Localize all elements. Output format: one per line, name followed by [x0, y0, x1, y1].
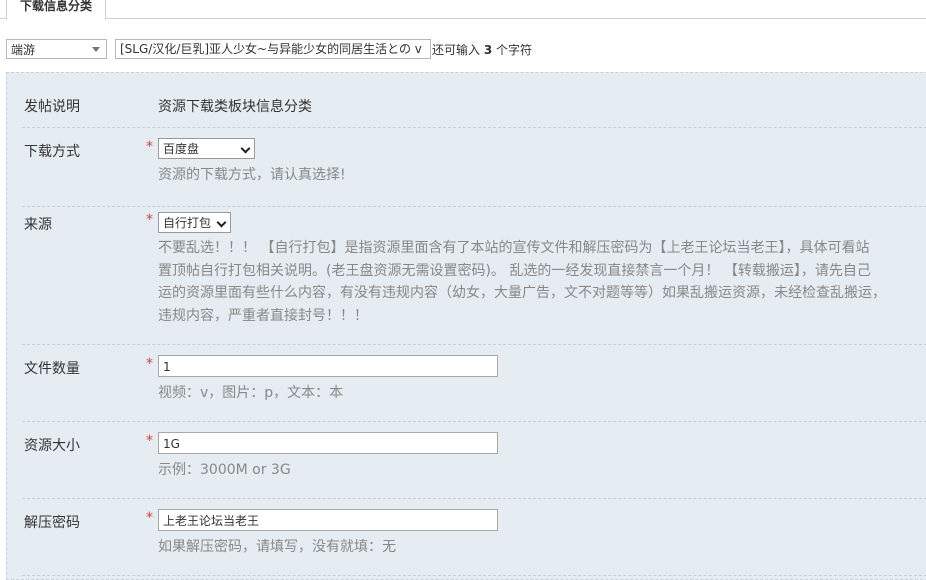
chevron-down-icon	[240, 143, 251, 154]
remain-prefix: 还可输入	[432, 43, 481, 57]
file-count-desc: 视频：v，图片：p，文本：本	[158, 385, 344, 401]
chevron-down-icon	[92, 47, 100, 52]
remain-count: 3	[483, 43, 493, 57]
source-desc-line-2: 置顶帖自行打包相关说明。(老王盘资源无需设置密码)。 乱选的一经发现直接禁言一个…	[158, 262, 871, 279]
thread-type-select[interactable]: 端游	[6, 39, 107, 59]
source-label: 来源	[24, 217, 52, 233]
password-desc: 如果解压密码，请填写，没有就填：无	[158, 539, 396, 555]
row-password: 解压密码 * 上老王论坛当老王 如果解压密码，请填写，没有就填：无	[22, 498, 926, 576]
thread-type-value: 端游	[11, 43, 36, 57]
required-mark: *	[146, 212, 153, 228]
size-input[interactable]: 1G	[158, 432, 498, 454]
remain-suffix: 个字符	[496, 43, 533, 57]
size-desc: 示例：3000M or 3G	[158, 462, 291, 478]
password-label: 解压密码	[24, 515, 80, 531]
file-count-label: 文件数量	[24, 361, 80, 377]
title-row: 端游 [SLG/汉化/巨乳]亚人少女~与异能少女的同居生活との v 还可输入 3…	[6, 39, 926, 61]
row-intro: 发帖说明 资源下载类板块信息分类	[22, 73, 926, 128]
chevron-down-icon	[216, 217, 227, 228]
tab-download-info[interactable]: 下载信息分类	[6, 0, 106, 20]
required-mark: *	[146, 356, 153, 372]
required-mark: *	[146, 510, 153, 526]
required-mark: *	[146, 433, 153, 449]
source-desc-line-3: 运的资源里面有些什么内容，有没有违规内容（幼女，大量广告，文不对题等等）如果乱搬…	[158, 285, 886, 301]
intro-text: 资源下载类板块信息分类	[158, 99, 312, 115]
row-size: 资源大小 * 1G 示例：3000M or 3G	[22, 421, 926, 499]
download-method-desc: 资源的下载方式，请认真选择!	[158, 167, 346, 183]
download-method-label: 下载方式	[24, 144, 80, 160]
size-label: 资源大小	[24, 438, 80, 454]
source-select[interactable]: 自行打包	[158, 212, 231, 233]
download-method-value: 百度盘	[163, 142, 200, 156]
password-input[interactable]: 上老王论坛当老王	[158, 509, 498, 531]
subject-input[interactable]: [SLG/汉化/巨乳]亚人少女~与异能少女的同居生活との v	[115, 39, 431, 59]
source-value: 自行打包	[163, 216, 212, 230]
row-download-method: 下载方式 * 百度盘 资源的下载方式，请认真选择!	[22, 127, 926, 207]
source-desc-line-4: 违规内容，严重者直接封号！！！	[158, 307, 368, 324]
source-desc-line-1: 不要乱选！！！ 【自行打包】是指资源里面含有了本站的宣传文件和解压密码为【上老王…	[158, 240, 870, 256]
download-method-select[interactable]: 百度盘	[158, 138, 255, 159]
char-remaining-text: 还可输入 3 个字符	[432, 41, 532, 58]
intro-label: 发帖说明	[24, 99, 80, 115]
required-mark: *	[146, 139, 153, 155]
tab-bar: 下载信息分类	[0, 0, 926, 20]
row-file-count: 文件数量 * 1 视频：v，图片：p，文本：本	[22, 344, 926, 422]
row-source: 来源 * 自行打包 不要乱选！！！ 【自行打包】是指资源里面含有了本站的宣传文件…	[22, 206, 926, 345]
file-count-input[interactable]: 1	[158, 355, 498, 377]
form-panel: 发帖说明 资源下载类板块信息分类 下载方式 * 百度盘 资源的下载方式，请认真选…	[6, 72, 926, 580]
